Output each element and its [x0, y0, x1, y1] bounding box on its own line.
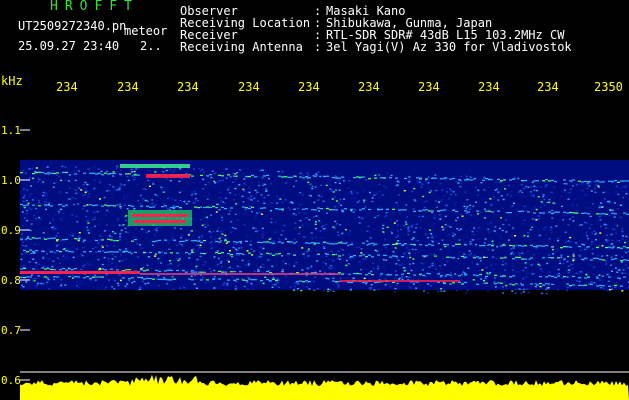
minute-mark: 2.. — [140, 39, 162, 53]
frequency-tick: 0.7 — [1, 324, 21, 337]
frequency-tick: 0.9 — [1, 224, 21, 237]
frequency-unit-label: kHz — [1, 74, 23, 88]
meteor-tag: meteor — [124, 24, 168, 38]
time-tick: 234 — [478, 80, 500, 94]
spectrogram-plot — [20, 129, 629, 400]
time-tick: 234 — [298, 80, 320, 94]
time-tick: 234 — [358, 80, 380, 94]
time-tick: 234 — [56, 80, 78, 94]
app-title: HROFFT — [50, 0, 139, 14]
header-colon: : — [314, 40, 322, 54]
time-tick: 234 — [177, 80, 199, 94]
hrofft-spectrogram-window: HROFFT UT2509272340.pn meteor 25.09.27 2… — [0, 0, 629, 400]
amplitude-trace — [20, 374, 629, 400]
capture-datetime: 25.09.27 23:40 — [18, 39, 120, 53]
file-name: UT2509272340.pn — [18, 19, 127, 33]
time-tick: 234 — [418, 80, 440, 94]
frequency-tick: 0.6 — [1, 374, 21, 387]
frequency-tick: 1.1 — [1, 124, 21, 137]
time-tick: 234 — [238, 80, 260, 94]
time-tick: 234 — [537, 80, 559, 94]
header-key-antenna: Receiving Antenna — [180, 40, 303, 54]
frequency-tick: 1.0 — [1, 174, 21, 187]
header-value-antenna: 3el Yagi(V) Az 330 for Vladivostok — [326, 40, 572, 54]
time-tick: 2350 — [594, 80, 623, 94]
frequency-tick: 0.8 — [1, 274, 21, 287]
time-tick: 234 — [117, 80, 139, 94]
